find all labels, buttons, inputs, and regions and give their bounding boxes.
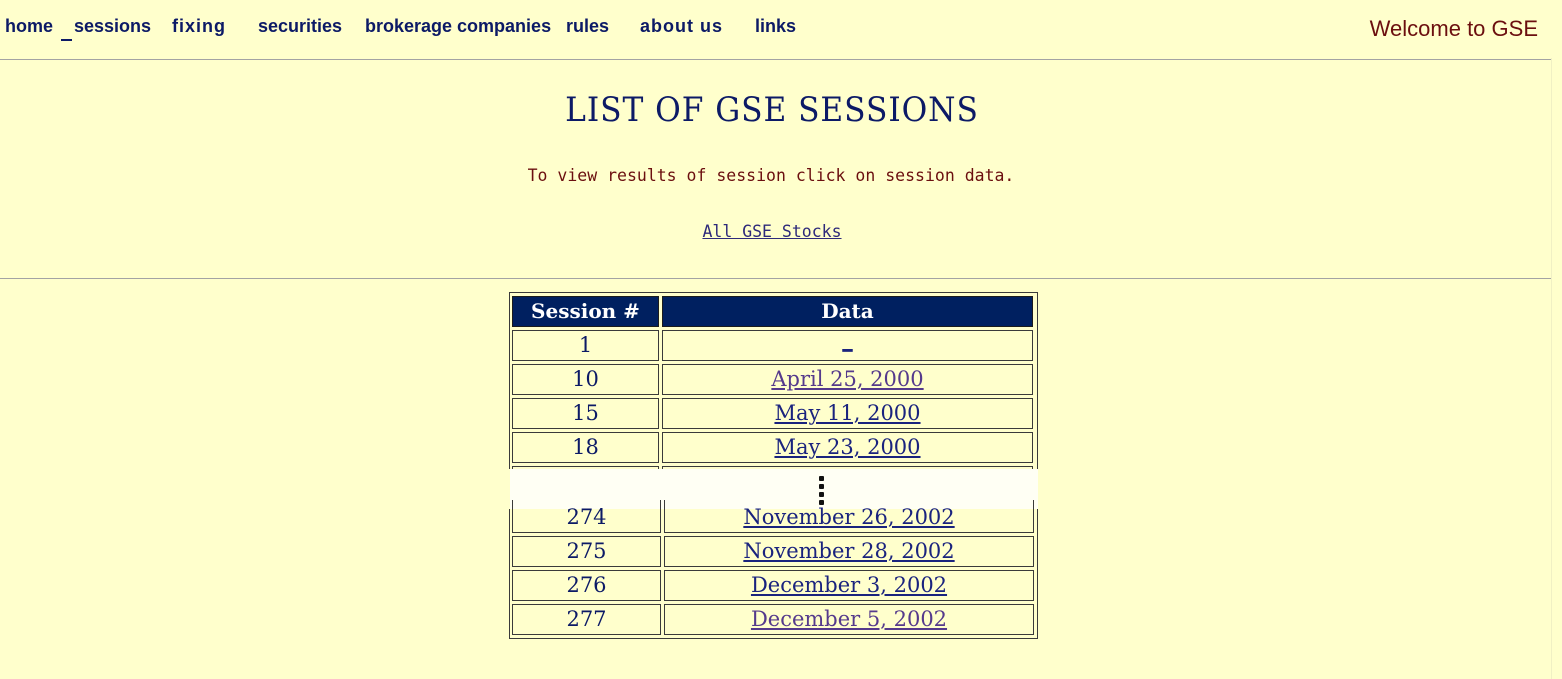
session-date-link[interactable]: November 28, 2002 (743, 539, 954, 563)
session-date-link[interactable]: November 26, 2002 (743, 505, 954, 529)
table-cell-data: December 5, 2002 (664, 604, 1034, 635)
nav-links[interactable]: links (755, 16, 796, 37)
top-navigation: home sessions fixing securities brokerag… (0, 0, 1552, 58)
all-gse-stocks-link[interactable]: All GSE Stocks (702, 222, 841, 241)
table-cell-data: _ (662, 328, 1033, 361)
session-date-link[interactable]: May 11, 2000 (774, 401, 920, 425)
table-cell-session: 10 (512, 364, 659, 395)
table-cell-data: November 26, 2002 (664, 500, 1034, 533)
table-cell-data: December 3, 2002 (664, 570, 1034, 601)
nav-separator (61, 39, 72, 41)
table-cell-data: May 23, 2000 (662, 432, 1033, 463)
window-right-edge (1551, 58, 1562, 679)
welcome-text: Welcome to GSE (1369, 16, 1538, 41)
table-cell-session: 274 (512, 500, 661, 533)
table-cell-session: 276 (512, 570, 661, 601)
middle-divider (0, 278, 1552, 279)
header-session-number: Session # (512, 296, 659, 327)
table-cell-session: 277 (512, 604, 661, 635)
table-cell-session: 18 (512, 432, 659, 463)
nav-about-us[interactable]: about us (640, 16, 723, 37)
session-date-link[interactable]: April 25, 2000 (771, 367, 923, 391)
table-cell-data: April 25, 2000 (662, 364, 1033, 395)
session-date-link[interactable]: December 5, 2002 (751, 607, 947, 631)
table-cell-session: 15 (512, 398, 659, 429)
nav-fixing[interactable]: fixing (172, 16, 226, 37)
page-title: LIST OF GSE SESSIONS (565, 90, 979, 130)
table-cell-data: November 28, 2002 (664, 536, 1034, 567)
header-data: Data (662, 296, 1033, 327)
all-stocks-container: All GSE Stocks (0, 222, 1544, 241)
nav-sessions[interactable]: sessions (74, 16, 151, 37)
session-date-link[interactable]: December 3, 2002 (751, 573, 947, 597)
nav-securities[interactable]: securities (258, 16, 342, 37)
table-cell-session: 275 (512, 536, 661, 567)
session-date-link[interactable]: _ (842, 328, 853, 352)
nav-brokerage-companies[interactable]: brokerage companies (365, 16, 551, 37)
table-cell-data: May 11, 2000 (662, 398, 1033, 429)
nav-home[interactable]: home (5, 16, 53, 37)
top-divider (0, 59, 1552, 60)
nav-rules[interactable]: rules (566, 16, 609, 37)
session-date-link[interactable]: May 23, 2000 (774, 435, 920, 459)
instruction-text: To view results of session click on sess… (527, 166, 1015, 185)
table-cell-session: 1 (512, 330, 659, 361)
